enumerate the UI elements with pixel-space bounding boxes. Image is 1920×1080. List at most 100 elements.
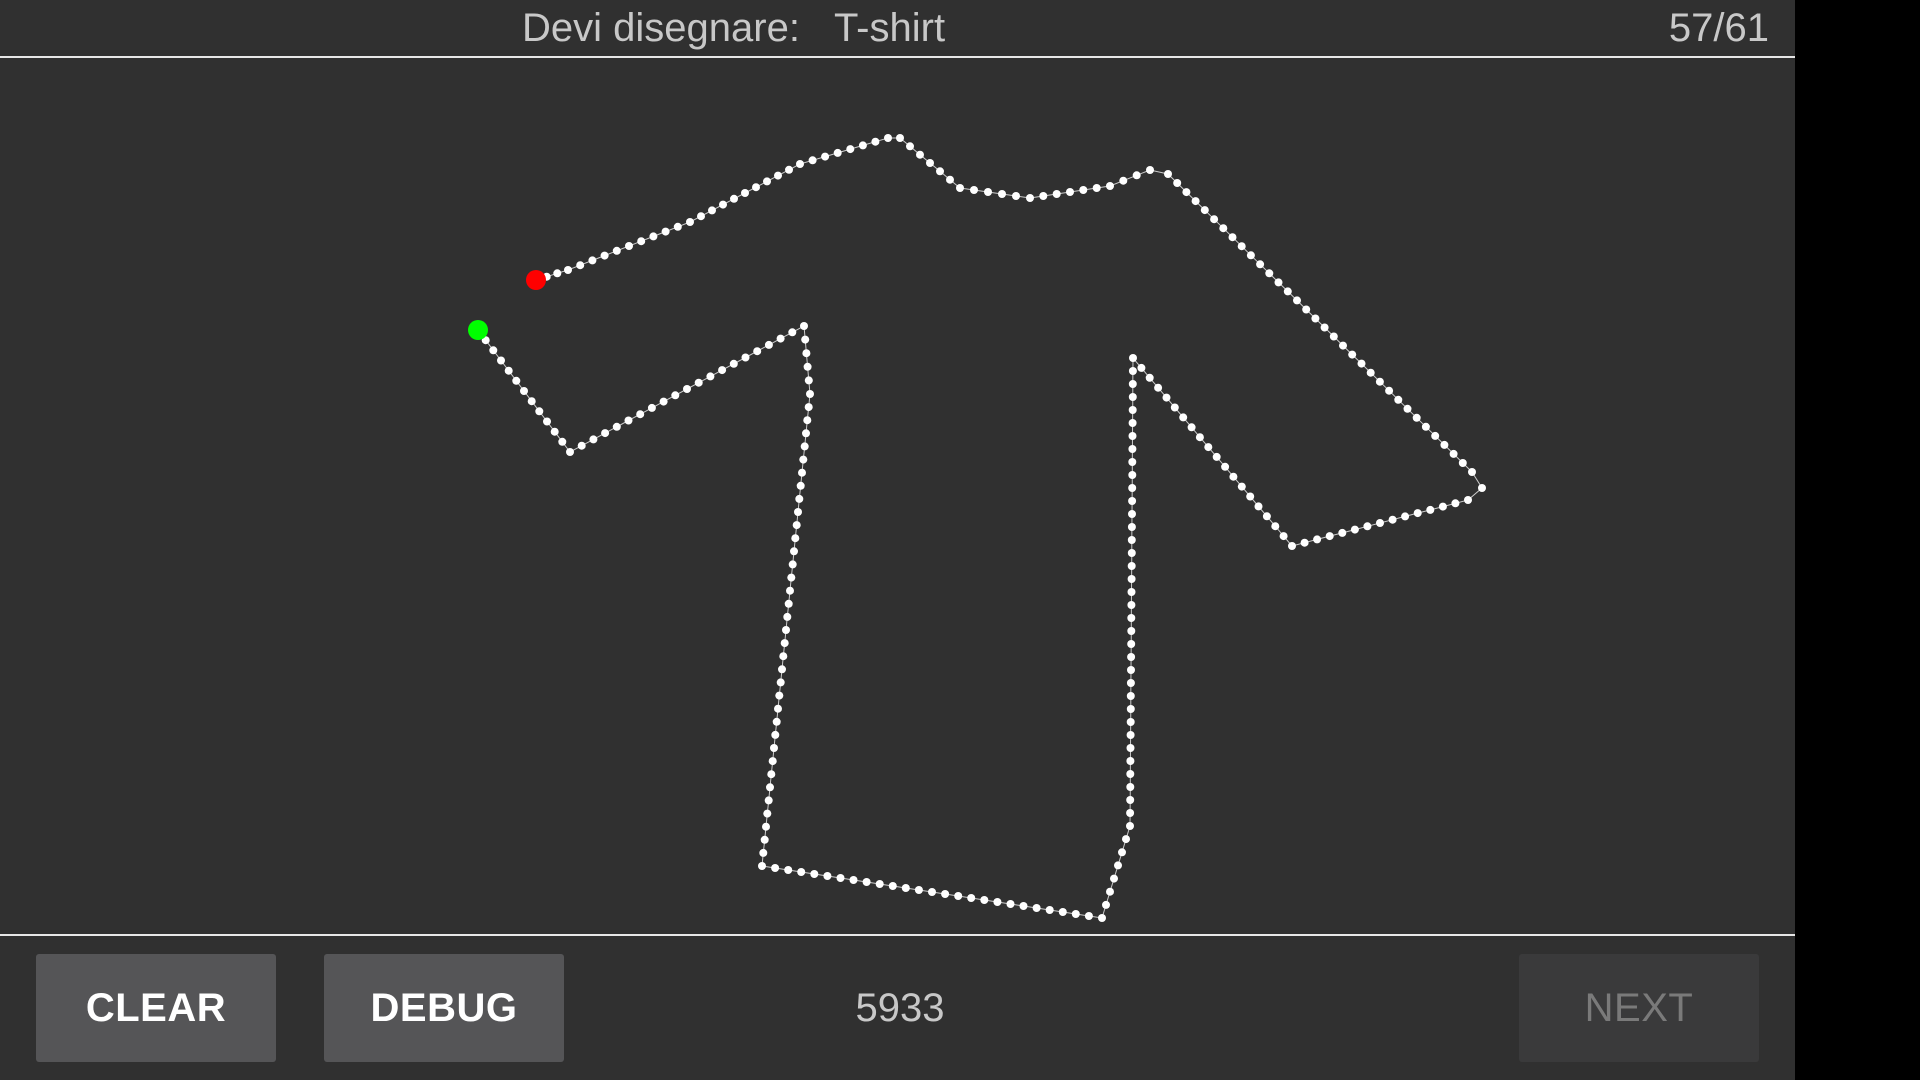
stroke-point: [901, 884, 910, 892]
stroke-point: [719, 200, 727, 209]
stroke-point: [1127, 549, 1136, 557]
stroke-points: [474, 134, 1486, 922]
score-value: 5933: [855, 985, 945, 1030]
stroke-point: [1114, 861, 1122, 870]
stroke-point: [1212, 452, 1221, 461]
stroke-point: [1271, 522, 1280, 531]
stroke-point: [768, 757, 777, 766]
next-button[interactable]: NEXT: [1519, 954, 1759, 1062]
target-word: T-shirt: [833, 6, 946, 50]
stroke-point: [1302, 305, 1311, 314]
stroke-point: [1204, 443, 1213, 452]
stroke-point: [1127, 536, 1136, 544]
stroke-point: [1126, 731, 1135, 739]
stroke-point: [729, 359, 738, 368]
stroke-point: [1195, 433, 1204, 442]
stroke-point: [1458, 459, 1467, 467]
stroke-point: [984, 188, 992, 196]
stroke-point: [1127, 666, 1135, 674]
stroke-point: [1126, 822, 1134, 830]
stroke-point: [998, 190, 1006, 198]
drawing-canvas[interactable]: [0, 58, 1795, 934]
stroke-point: [577, 441, 586, 450]
stroke-point: [762, 822, 770, 831]
stroke-point: [787, 573, 796, 582]
stroke-point: [706, 372, 715, 381]
stroke-point: [683, 385, 691, 393]
stroke-point: [1128, 445, 1137, 453]
stroke-point: [558, 437, 567, 446]
stroke-point: [1468, 468, 1476, 476]
stroke-point: [800, 442, 809, 451]
stroke-point: [759, 848, 768, 857]
stroke-point: [1126, 783, 1135, 791]
sketch-svg: [468, 134, 1486, 922]
stroke-point: [1128, 471, 1137, 479]
stroke-point: [1274, 278, 1283, 287]
stroke-point: [788, 328, 797, 337]
stroke-point: [1300, 538, 1309, 547]
stroke-point: [797, 868, 806, 876]
stroke-point: [1376, 519, 1384, 527]
stroke-point: [1145, 373, 1154, 382]
stroke-point: [1221, 462, 1230, 471]
stroke-end-marker: [526, 270, 546, 290]
stroke-point: [1127, 588, 1136, 596]
stroke-point: [1146, 166, 1154, 174]
stroke-point: [833, 148, 842, 157]
stroke-point: [1313, 535, 1322, 544]
stroke-point: [1388, 515, 1397, 524]
stroke-point: [647, 403, 656, 412]
stroke-point: [1363, 522, 1372, 531]
stroke-point: [1127, 562, 1136, 570]
stroke-point: [980, 896, 989, 904]
stroke-point: [888, 882, 897, 890]
stroke-point: [792, 521, 801, 530]
stroke-point: [1179, 413, 1188, 422]
stroke-point: [752, 183, 760, 192]
stroke-point: [1128, 406, 1137, 414]
stroke-point: [803, 362, 812, 371]
stroke-point: [775, 691, 784, 700]
stroke-point: [760, 835, 769, 844]
stroke-point: [763, 177, 771, 186]
stroke-point: [794, 508, 802, 516]
stroke-point: [1426, 505, 1435, 514]
stroke-point: [858, 141, 867, 150]
stroke-point: [776, 678, 785, 687]
stroke-point: [770, 744, 778, 752]
stroke-point: [801, 335, 810, 344]
stroke-point: [1126, 744, 1135, 752]
stroke-point: [1126, 692, 1135, 700]
stroke-point: [730, 194, 738, 203]
stroke-point: [804, 403, 813, 412]
stroke-point: [1237, 242, 1246, 251]
stroke-point: [884, 134, 892, 142]
stroke-point: [1006, 900, 1015, 908]
stroke-point: [1191, 197, 1200, 206]
clear-button[interactable]: CLEAR: [36, 954, 276, 1062]
stroke-point: [1019, 902, 1028, 910]
stroke-point: [798, 468, 806, 477]
stroke-point: [718, 366, 727, 375]
stroke-point: [671, 391, 680, 400]
stroke-point: [1128, 419, 1137, 427]
stroke-point: [790, 547, 798, 556]
debug-button[interactable]: DEBUG: [324, 954, 564, 1062]
stroke-point: [1164, 170, 1172, 178]
stroke-point: [527, 397, 536, 406]
stroke-point: [1127, 627, 1136, 635]
stroke-point: [767, 770, 776, 779]
stroke-point: [1325, 532, 1334, 541]
stroke-point: [970, 186, 978, 194]
stroke-point: [1219, 224, 1228, 233]
stroke-point: [1210, 215, 1219, 224]
stroke-point: [1237, 482, 1246, 491]
stroke-point: [779, 652, 788, 661]
stroke-point: [906, 142, 914, 151]
stroke-point: [1128, 497, 1137, 505]
stroke-point: [1126, 770, 1135, 778]
stroke-point: [1119, 176, 1128, 185]
stroke-point: [782, 626, 790, 634]
stroke-point: [1066, 188, 1074, 196]
